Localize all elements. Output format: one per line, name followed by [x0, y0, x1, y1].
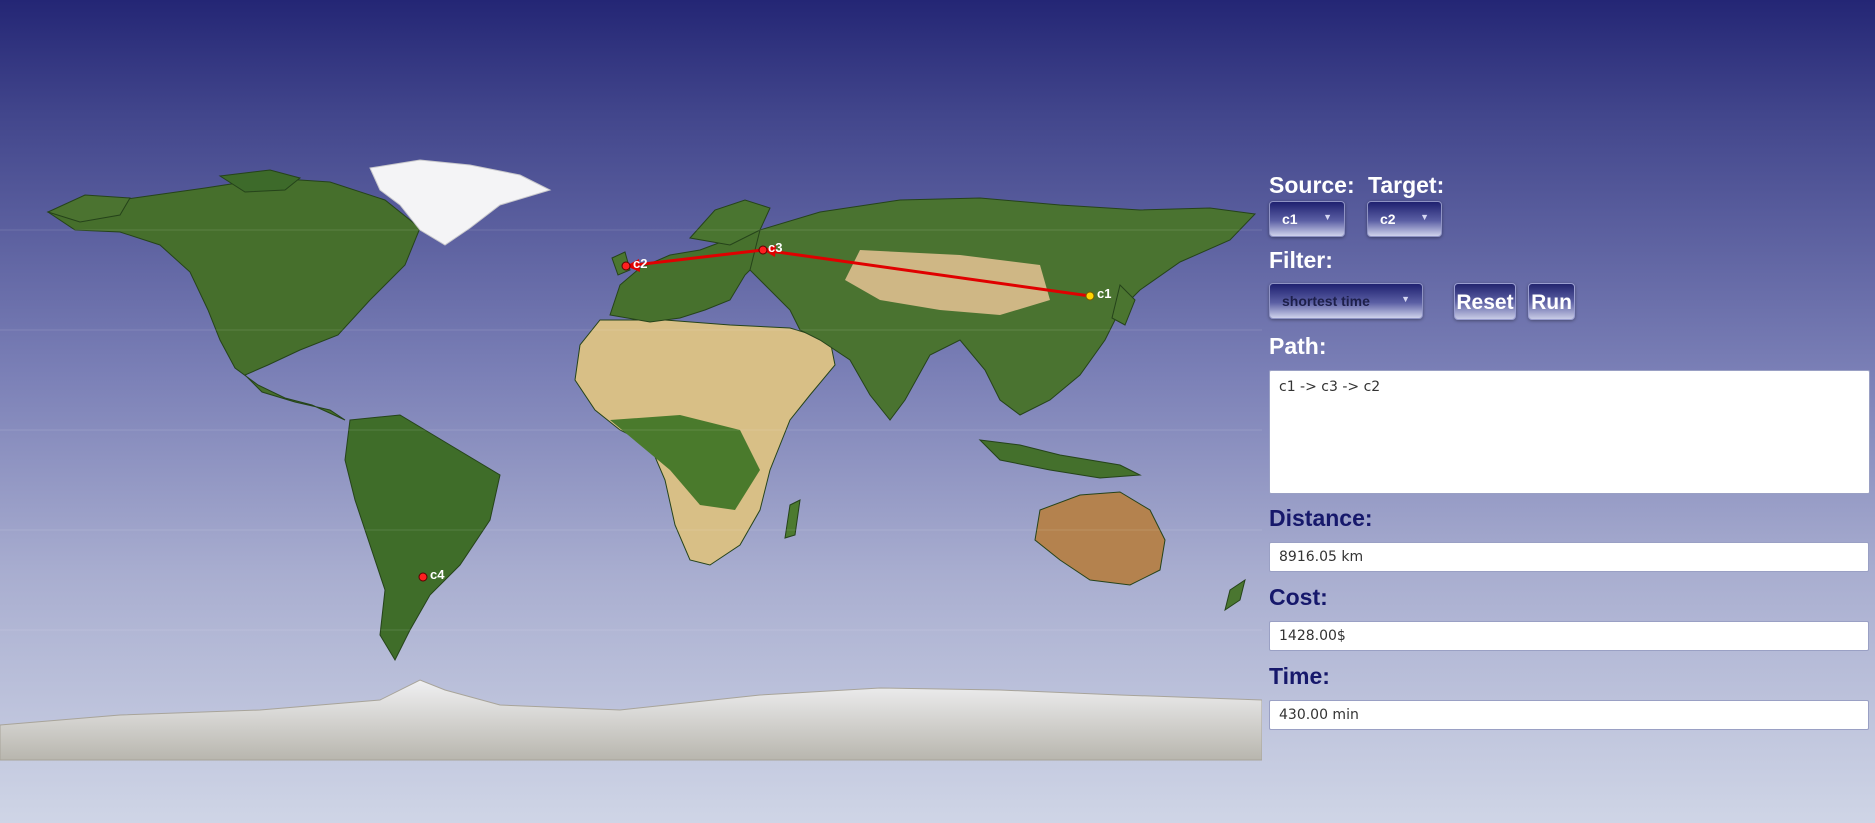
city-marker-c3	[758, 245, 768, 255]
world-map-svg: c1 c3 c2 c4	[0, 159, 1262, 761]
time-label: Time:	[1269, 663, 1330, 689]
reset-button[interactable]: Reset	[1454, 283, 1516, 320]
target-select[interactable]: c2 ▼	[1367, 201, 1442, 237]
target-label: Target:	[1368, 172, 1445, 198]
europe-landmass	[609, 229, 771, 323]
path-label: Path:	[1269, 333, 1327, 359]
city-label-c3: c3	[768, 240, 782, 255]
antarctica-landmass	[0, 679, 1262, 761]
distance-field-value: 8916.05 km	[1279, 549, 1364, 565]
cost-field[interactable]: 1428.00$	[1269, 621, 1869, 651]
world-map[interactable]: c1 c3 c2 c4	[0, 0, 1262, 823]
new-zealand-landmass	[1224, 578, 1246, 612]
indonesia-landmass	[978, 439, 1142, 479]
time-field[interactable]: 430.00 min	[1269, 700, 1869, 730]
cost-label: Cost:	[1269, 584, 1328, 610]
source-label: Source:	[1269, 172, 1355, 198]
filter-select-value: shortest time	[1282, 293, 1370, 309]
city-marker-c1	[1085, 291, 1095, 301]
chevron-down-icon: ▼	[1420, 212, 1429, 222]
distance-field[interactable]: 8916.05 km	[1269, 542, 1869, 572]
filter-label: Filter:	[1269, 247, 1333, 273]
south-america-landmass	[344, 414, 501, 662]
city-marker-c2	[621, 261, 631, 271]
target-select-value: c2	[1380, 211, 1396, 227]
city-label-c4: c4	[430, 567, 445, 582]
city-marker-c4	[418, 572, 428, 582]
distance-label: Distance:	[1269, 505, 1373, 531]
chevron-down-icon: ▼	[1323, 212, 1332, 222]
path-output-text: c1 -> c3 -> c2	[1279, 379, 1381, 395]
time-field-value: 430.00 min	[1279, 707, 1359, 723]
filter-select[interactable]: shortest time ▼	[1269, 283, 1423, 319]
cost-field-value: 1428.00$	[1279, 628, 1346, 644]
city-label-c1: c1	[1097, 286, 1111, 301]
chevron-down-icon: ▼	[1401, 294, 1410, 304]
run-button[interactable]: Run	[1528, 283, 1575, 320]
source-select[interactable]: c1 ▼	[1269, 201, 1345, 237]
city-label-c2: c2	[633, 256, 647, 271]
madagascar-landmass	[784, 499, 801, 539]
australia-landmass	[1034, 491, 1166, 586]
path-output[interactable]: c1 -> c3 -> c2	[1269, 370, 1870, 494]
source-select-value: c1	[1282, 211, 1298, 227]
